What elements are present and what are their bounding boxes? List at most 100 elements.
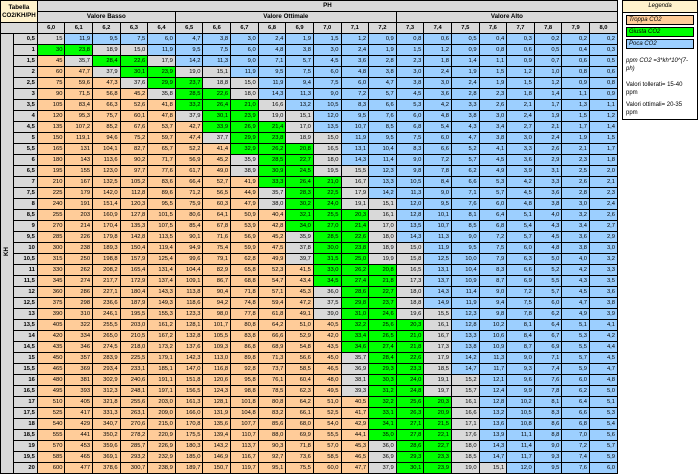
table-cell: 88,0	[257, 429, 287, 441]
table-cell: 65,8	[230, 264, 259, 276]
table-cell: 6,4	[561, 396, 591, 408]
table-cell: 35,9	[285, 231, 314, 243]
table-cell: 3,8	[450, 110, 480, 122]
table-cell: 346	[64, 341, 94, 353]
kh-value-12: 6,5	[13, 165, 38, 177]
table-cell: 540	[36, 418, 66, 430]
table-cell: 92,8	[230, 363, 259, 375]
table-cell: 157,9	[119, 253, 149, 265]
table-cell: 26,2	[257, 143, 287, 155]
table-cell: 5,7	[506, 231, 535, 243]
table-row: 20 600 477 378,6 300,7 238,9 189,7 150,7 119,7 95…	[1, 462, 618, 474]
table-cell: 5,6	[589, 429, 618, 441]
ph-value-8: 6,8	[257, 22, 287, 34]
table-cell: 1,7	[589, 143, 618, 155]
table-cell: 89,6	[147, 187, 176, 199]
table-cell: 3,6	[561, 231, 591, 243]
table-cell: 97,7	[119, 165, 149, 177]
table-cell: 2,9	[533, 154, 563, 166]
table-cell: 238	[64, 242, 94, 254]
table-cell: 1,5	[506, 77, 535, 89]
table-cell: 85,2	[92, 121, 121, 133]
table-cell: 23,3	[423, 451, 452, 463]
table-cell: 128,1	[202, 396, 232, 408]
table-cell: 13,5	[395, 220, 425, 232]
table-cell: 44,9	[230, 187, 259, 199]
table-cell: 15,1	[285, 110, 314, 122]
table-cell: 6,7	[533, 330, 563, 342]
table-cell: 41,9	[230, 176, 259, 188]
table-cell: 331,3	[92, 407, 121, 419]
kh-value-37: 19	[13, 440, 38, 452]
table-cell: 80,6	[174, 209, 204, 221]
table-cell: 31,0	[340, 308, 370, 320]
table-cell: 315	[36, 253, 66, 265]
table-cell: 17,9	[423, 352, 452, 364]
table-cell: 95,1	[257, 462, 287, 474]
table-cell: 13,7	[423, 275, 452, 287]
table-cell: 11,4	[368, 154, 397, 166]
table-cell: 214	[64, 220, 94, 232]
table-cell: 1,5	[561, 110, 591, 122]
table-cell: 417	[64, 407, 94, 419]
table-cell: 75,7	[92, 110, 121, 122]
table-cell: 19,7	[423, 385, 452, 397]
table-cell: 0,6	[561, 55, 591, 67]
table-cell: 37,6	[119, 77, 149, 89]
table-cell: 29,3	[368, 363, 397, 375]
table-cell: 71,8	[230, 286, 259, 298]
table-cell: 3,4	[478, 121, 508, 133]
table-cell: 4,5	[533, 231, 563, 243]
table-cell: 381	[64, 374, 94, 386]
table-cell: 10,6	[478, 330, 508, 342]
table-cell: 18,9	[92, 44, 121, 56]
table-cell: 1,1	[561, 88, 591, 100]
table-cell: 167,2	[147, 330, 176, 342]
table-cell: 74,8	[230, 297, 259, 309]
table-cell: 104,4	[174, 264, 204, 276]
table-row: 13 390 310 246,1 195,5 155,3 123,3 98,0 77,8 61,8…	[1, 308, 618, 320]
table-cell: 30,1	[395, 462, 425, 474]
table-cell: 64,2	[257, 319, 287, 331]
table-cell: 302,9	[92, 374, 121, 386]
table-cell: 2,1	[533, 121, 563, 133]
table-cell: 9,3	[533, 451, 563, 463]
table-row: 9 270 214 170,4 135,3 107,5 85,4 67,8 53,9 42,8 34…	[1, 220, 618, 232]
table-cell: 4,8	[506, 198, 535, 210]
table-cell: 90,2	[119, 154, 149, 166]
table-cell: 2,4	[257, 33, 287, 45]
table-cell: 345	[36, 275, 66, 287]
table-cell: 441	[64, 429, 94, 441]
legend-tollerati: Valori tollerati= 15-40 ppm	[626, 82, 683, 96]
table-cell: 6,0	[506, 242, 535, 254]
table-cell: 22,6	[395, 352, 425, 364]
table-row: 15 450 357 283,9 225,5 179,1 142,3 113,0 89,8 71,…	[1, 352, 618, 364]
table-cell: 2,3	[478, 88, 508, 100]
table-cell: 6,6	[423, 143, 452, 155]
table-cell: 120	[36, 110, 66, 122]
table-cell: 9,5	[340, 110, 370, 122]
table-cell: 150,4	[119, 242, 149, 254]
table-cell: 233,1	[119, 363, 149, 375]
table-cell: 10,9	[450, 275, 480, 287]
table-cell: 52,5	[312, 407, 342, 419]
table-cell: 11,3	[202, 55, 232, 67]
table-cell: 17,0	[285, 121, 314, 133]
table-cell: 109,3	[202, 341, 232, 353]
table-cell: 4,2	[589, 330, 618, 342]
table-cell: 6,9	[506, 275, 535, 287]
table-cell: 42,7	[174, 121, 204, 133]
table-cell: 21,0	[230, 99, 259, 111]
kh-value-2: 1,5	[13, 55, 38, 67]
table-cell: 29,9	[147, 77, 176, 89]
table-cell: 11,3	[395, 187, 425, 199]
table-cell: 143,2	[202, 440, 232, 452]
table-cell: 34,0	[285, 220, 314, 232]
table-cell: 8,5	[450, 220, 480, 232]
table-cell: 49,0	[202, 165, 232, 177]
table-cell: 5,1	[561, 319, 591, 331]
table-cell: 5,9	[589, 451, 618, 463]
table-cell: 12,0	[312, 110, 342, 122]
table-cell: 132,8	[174, 330, 204, 342]
table-cell: 5,7	[589, 440, 618, 452]
